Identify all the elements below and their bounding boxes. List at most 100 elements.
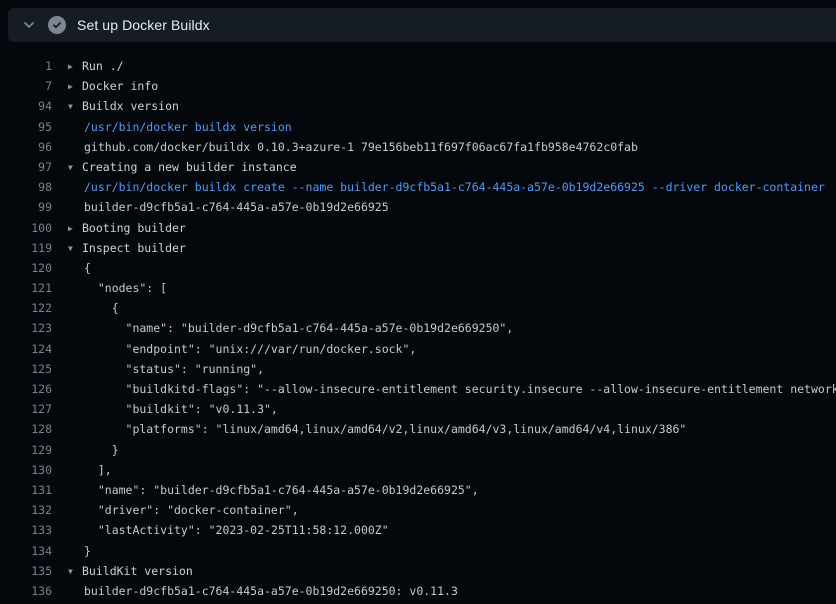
log-line-row: 131 "name": "builder-d9cfb5a1-c764-445a-… [0, 480, 836, 500]
log-line-row: 134} [0, 541, 836, 561]
disclosure-expanded-icon[interactable]: ▼ [68, 97, 82, 117]
log-output-text: { [84, 301, 119, 315]
line-number[interactable]: 122 [0, 298, 52, 318]
line-number[interactable]: 7 [0, 76, 52, 96]
log-line-content: "nodes": [ [68, 278, 167, 298]
log-group-title[interactable]: Buildx version [82, 99, 179, 113]
log-group-title[interactable]: Creating a new builder instance [82, 160, 297, 174]
line-number[interactable]: 94 [0, 96, 52, 116]
log-group-title[interactable]: Inspect builder [82, 241, 186, 255]
line-number[interactable]: 1 [0, 56, 52, 76]
line-number[interactable]: 134 [0, 541, 52, 561]
workflow-log-viewer: Set up Docker Buildx 1▶Run ./7▶Docker in… [0, 0, 836, 604]
disclosure-expanded-icon[interactable]: ▼ [68, 158, 82, 178]
log-line-content: /usr/bin/docker buildx version [68, 117, 292, 137]
log-output-text: } [84, 544, 91, 558]
line-number[interactable]: 120 [0, 258, 52, 278]
log-group-row[interactable]: 119 ▼Inspect builder [0, 238, 836, 258]
step-header[interactable]: Set up Docker Buildx [8, 8, 836, 42]
line-number[interactable]: 136 [0, 581, 52, 601]
disclosure-collapsed-icon[interactable]: ▶ [68, 77, 82, 97]
log-line-content: "status": "running", [68, 359, 264, 379]
line-number[interactable]: 127 [0, 399, 52, 419]
log-line-content: "name": "builder-d9cfb5a1-c764-445a-a57e… [68, 318, 513, 338]
log-group-row[interactable]: 1 ▶Run ./ [0, 56, 836, 76]
log-line-row: 136 builder-d9cfb5a1-c764-445a-a57e-0b19d… [0, 581, 836, 601]
log-line-row: 98/usr/bin/docker buildx create --name b… [0, 177, 836, 197]
check-circle-icon [48, 16, 66, 34]
log-line-row: 122 { [0, 298, 836, 318]
log-line-content: } [68, 541, 91, 561]
log-line-row: 95/usr/bin/docker buildx version [0, 117, 836, 137]
line-number[interactable]: 135 [0, 561, 52, 581]
log-command-text: /usr/bin/docker buildx create --name bui… [84, 180, 825, 194]
log-line-content: ], [68, 460, 112, 480]
log-output-text: ], [84, 463, 112, 477]
log-line-content: ▶Run ./ [68, 56, 124, 76]
log-output-text: { [84, 261, 91, 275]
log-line-content: { [68, 258, 91, 278]
log-output-text: builder-d9cfb5a1-c764-445a-a57e-0b19d2e6… [84, 584, 458, 598]
log-line-content: github.com/docker/buildx 0.10.3+azure-1 … [68, 137, 638, 157]
log-group-title[interactable]: BuildKit version [82, 564, 193, 578]
disclosure-expanded-icon[interactable]: ▼ [68, 562, 82, 582]
line-number[interactable]: 119 [0, 238, 52, 258]
disclosure-collapsed-icon[interactable]: ▶ [68, 57, 82, 77]
line-number[interactable]: 129 [0, 440, 52, 460]
log-line-row: 129 } [0, 440, 836, 460]
log-line-content: "driver": "docker-container", [68, 500, 299, 520]
disclosure-expanded-icon[interactable]: ▼ [68, 239, 82, 259]
line-number[interactable]: 121 [0, 278, 52, 298]
log-line-content: "platforms": "linux/amd64,linux/amd64/v2… [68, 419, 686, 439]
log-line-content: "buildkit": "v0.11.3", [68, 399, 278, 419]
line-number[interactable]: 100 [0, 218, 52, 238]
log-line-content: ▼Creating a new builder instance [68, 157, 297, 177]
log-group-title[interactable]: Docker info [82, 79, 158, 93]
log-line-content: ▼Inspect builder [68, 238, 186, 258]
log-output-text: "name": "builder-d9cfb5a1-c764-445a-a57e… [84, 483, 479, 497]
chevron-down-icon[interactable] [22, 18, 36, 32]
line-number[interactable]: 126 [0, 379, 52, 399]
log-line-row: 133 "lastActivity": "2023-02-25T11:58:12… [0, 520, 836, 540]
log-group-row[interactable]: 100 ▶Booting builder [0, 218, 836, 238]
log-output-text: "nodes": [ [84, 281, 167, 295]
log-group-row[interactable]: 94 ▼Buildx version [0, 96, 836, 116]
line-number[interactable]: 133 [0, 520, 52, 540]
log-line-row: 130 ], [0, 460, 836, 480]
log-group-title[interactable]: Booting builder [82, 221, 186, 235]
log-line-row: 121 "nodes": [ [0, 278, 836, 298]
log-line-content: ▼Buildx version [68, 96, 179, 116]
log-command-text: /usr/bin/docker buildx version [84, 120, 292, 134]
line-number[interactable]: 98 [0, 177, 52, 197]
step-title: Set up Docker Buildx [77, 17, 210, 33]
line-number[interactable]: 97 [0, 157, 52, 177]
log-output-text: "platforms": "linux/amd64,linux/amd64/v2… [84, 422, 686, 436]
log-group-row[interactable]: 7 ▶Docker info [0, 76, 836, 96]
log-group-title[interactable]: Run ./ [82, 59, 124, 73]
log-line-content: { [68, 298, 119, 318]
log-line-content: builder-d9cfb5a1-c764-445a-a57e-0b19d2e6… [68, 197, 389, 217]
log-line-row: 123 "name": "builder-d9cfb5a1-c764-445a-… [0, 318, 836, 338]
log-output-text: "buildkitd-flags": "--allow-insecure-ent… [84, 382, 836, 396]
line-number[interactable]: 128 [0, 419, 52, 439]
log-output-text: "buildkit": "v0.11.3", [84, 402, 278, 416]
log-group-row[interactable]: 97 ▼Creating a new builder instance [0, 157, 836, 177]
line-number[interactable]: 95 [0, 117, 52, 137]
line-number[interactable]: 96 [0, 137, 52, 157]
line-number[interactable]: 125 [0, 359, 52, 379]
log-line-content: "endpoint": "unix:///var/run/docker.sock… [68, 339, 416, 359]
line-number[interactable]: 124 [0, 339, 52, 359]
line-number[interactable]: 132 [0, 500, 52, 520]
line-number[interactable]: 130 [0, 460, 52, 480]
log-group-row[interactable]: 135 ▼BuildKit version [0, 561, 836, 581]
log-line-row: 96 github.com/docker/buildx 0.10.3+azure-… [0, 137, 836, 157]
line-number[interactable]: 99 [0, 197, 52, 217]
log-line-row: 120 { [0, 258, 836, 278]
log-output-text: } [84, 443, 119, 457]
log-line-row: 99 builder-d9cfb5a1-c764-445a-a57e-0b19d2… [0, 197, 836, 217]
log-line-row: 128 "platforms": "linux/amd64,linux/amd6… [0, 419, 836, 439]
disclosure-collapsed-icon[interactable]: ▶ [68, 219, 82, 239]
line-number[interactable]: 123 [0, 318, 52, 338]
line-number[interactable]: 131 [0, 480, 52, 500]
log-output-text: "status": "running", [84, 362, 264, 376]
